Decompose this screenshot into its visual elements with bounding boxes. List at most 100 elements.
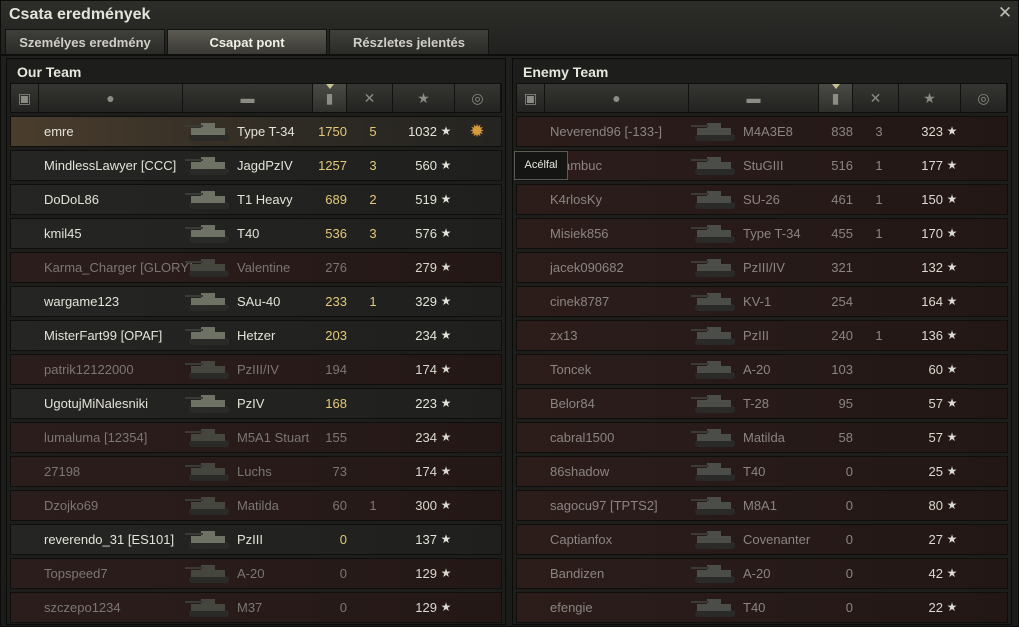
column-header-xp[interactable]: ▮ — [313, 84, 347, 112]
tab-team-score[interactable]: Csapat pont — [167, 29, 327, 54]
tank-image — [183, 321, 235, 350]
player-row[interactable]: MisterFart99 [OPAF] Hetzer 203 234 ★ — [10, 320, 502, 351]
tank-name: T40 — [743, 600, 766, 615]
player-row[interactable]: 27198 Luchs 73 174 ★ — [10, 456, 502, 487]
close-icon[interactable]: ✕ — [996, 4, 1014, 22]
star-icon: ★ — [440, 464, 452, 478]
column-header-tank[interactable]: ▬ — [183, 84, 313, 112]
kills-value — [361, 321, 385, 350]
experience-value: 0 — [339, 532, 347, 547]
tooltip: Acélfal — [514, 151, 568, 180]
column-header-kills[interactable]: ✕ — [347, 84, 393, 112]
player-row[interactable]: Brambuc StuGIII 516 1 177 ★ — [516, 150, 1008, 181]
star-icon: ★ — [946, 260, 958, 274]
player-row[interactable]: K4rlosKy SU-26 461 1 150 ★ — [516, 184, 1008, 215]
player-name: szczepo1234 — [44, 600, 121, 615]
player-row[interactable]: kmil45 T40 536 3 576 ★ — [10, 218, 502, 249]
player-row[interactable]: 86shadow T40 0 25 ★ — [516, 456, 1008, 487]
kills-value: 3 — [369, 158, 377, 173]
player-row[interactable]: Captianfox Covenanter 0 27 ★ — [516, 524, 1008, 555]
player-row[interactable]: cabral1500 Matilda 58 57 ★ — [516, 422, 1008, 453]
player-name: lumaluma [12354] — [44, 430, 148, 445]
tab-detailed-report[interactable]: Részletes jelentés — [329, 29, 489, 54]
tank-image — [689, 559, 741, 588]
tank-name: Covenanter — [743, 532, 811, 547]
player-row[interactable]: sagocu97 [TPTS2] M8A1 0 80 ★ — [516, 490, 1008, 521]
column-header-squad[interactable]: ▣ — [517, 84, 545, 112]
player-name: Misiek856 — [550, 226, 609, 241]
tab-personal-result[interactable]: Személyes eredmény — [5, 29, 165, 54]
player-row[interactable]: wargame123 SAu-40 233 1 329 ★ — [10, 286, 502, 317]
title-bar: Csata eredmények ✕ — [1, 1, 1019, 29]
column-header-xp[interactable]: ▮ — [819, 84, 853, 112]
experience-value: 233 — [325, 294, 347, 309]
score-value: 27 — [928, 532, 943, 547]
kills-value — [361, 355, 385, 384]
tank-name: Matilda — [237, 498, 279, 513]
star-icon: ★ — [946, 362, 958, 376]
player-row[interactable]: zx13 PzIII 240 1 136 ★ — [516, 320, 1008, 351]
player-row[interactable]: Belor84 T-28 95 57 ★ — [516, 388, 1008, 419]
column-header-star[interactable]: ★ — [899, 84, 961, 112]
player-name: efengie — [550, 600, 593, 615]
player-name: DoDoL86 — [44, 192, 99, 207]
player-row[interactable]: cinek8787 KV-1 254 164 ★ — [516, 286, 1008, 317]
column-header-medal[interactable]: ◎ — [455, 84, 501, 112]
player-row[interactable]: UgotujMiNalesniki PzIV 168 223 ★ — [10, 388, 502, 419]
player-row[interactable]: Toncek A-20 103 60 ★ — [516, 354, 1008, 385]
star-icon: ★ — [923, 89, 936, 106]
player-row[interactable]: reverendo_31 [ES101] PzIII 0 137 ★ — [10, 524, 502, 555]
experience-value: 689 — [325, 192, 347, 207]
tank-image — [689, 355, 741, 384]
tank-image — [183, 389, 235, 418]
tank-name: M8A1 — [743, 498, 777, 513]
kills-value: 3 — [875, 124, 883, 139]
tank-name: JagdPzIV — [237, 158, 293, 173]
player-name: Belor84 — [550, 396, 595, 411]
tank-image — [689, 457, 741, 486]
star-icon: ★ — [440, 124, 452, 138]
player-row[interactable]: Misiek856 Type T-34 455 1 170 ★ — [516, 218, 1008, 249]
player-row[interactable]: MindlessLawyer [CCC] JagdPzIV 1257 3 560 ★ — [10, 150, 502, 181]
star-icon: ★ — [440, 362, 452, 376]
player-row[interactable]: Dzojko69 Matilda 60 1 300 ★ — [10, 490, 502, 521]
star-icon: ★ — [440, 294, 452, 308]
column-header-squad[interactable]: ▣ — [11, 84, 39, 112]
tank-name: Hetzer — [237, 328, 276, 343]
tank-icon: ▬ — [746, 90, 761, 106]
player-row[interactable]: szczepo1234 M37 0 129 ★ — [10, 592, 502, 623]
player-name: Dzojko69 — [44, 498, 99, 513]
experience-value: 203 — [325, 328, 347, 343]
kills-value — [867, 355, 891, 384]
star-icon: ★ — [946, 464, 958, 478]
player-row[interactable]: Neverend96 [-133-] M4A3E8 838 3 323 ★ — [516, 116, 1008, 147]
kills-value — [361, 457, 385, 486]
player-row[interactable]: patrik12122000 PzIII/IV 194 174 ★ — [10, 354, 502, 385]
column-header-star[interactable]: ★ — [393, 84, 455, 112]
column-header-kills[interactable]: ✕ — [853, 84, 899, 112]
player-name: K4rlosKy — [550, 192, 603, 207]
tank-name: PzIV — [237, 396, 265, 411]
tank-image — [183, 525, 235, 554]
tank-name: PzIII/IV — [237, 362, 279, 377]
player-row[interactable]: efengie T40 0 22 ★ — [516, 592, 1008, 623]
player-row[interactable]: Bandizen A-20 0 42 ★ — [516, 558, 1008, 589]
player-row[interactable]: lumaluma [12354] M5A1 Stuart 155 234 ★ — [10, 422, 502, 453]
player-row[interactable]: jacek090682 PzIII/IV 321 132 ★ — [516, 252, 1008, 283]
tank-name: T40 — [743, 464, 766, 479]
player-name: reverendo_31 [ES101] — [44, 532, 175, 547]
column-header-tank[interactable]: ▬ — [689, 84, 819, 112]
tank-image — [689, 219, 741, 248]
player-row[interactable]: Topspeed7 A-20 0 129 ★ — [10, 558, 502, 589]
player-name: MindlessLawyer [CCC] — [44, 158, 177, 173]
column-header-player[interactable]: ● — [39, 84, 183, 112]
player-name: Brambuc — [550, 158, 603, 173]
player-row[interactable]: DoDoL86 T1 Heavy 689 2 519 ★ — [10, 184, 502, 215]
column-header-player[interactable]: ● — [545, 84, 689, 112]
player-row[interactable]: Karma_Charger [GLORY] Valentine 276 279 ★ — [10, 252, 502, 283]
experience-value: 838 — [831, 124, 853, 139]
experience-value: 536 — [325, 226, 347, 241]
kills-value: 1 — [369, 498, 377, 513]
player-row[interactable]: emre Type T-34 1750 5 1032 ★ ✹ — [10, 116, 502, 147]
column-header-medal[interactable]: ◎ — [961, 84, 1007, 112]
